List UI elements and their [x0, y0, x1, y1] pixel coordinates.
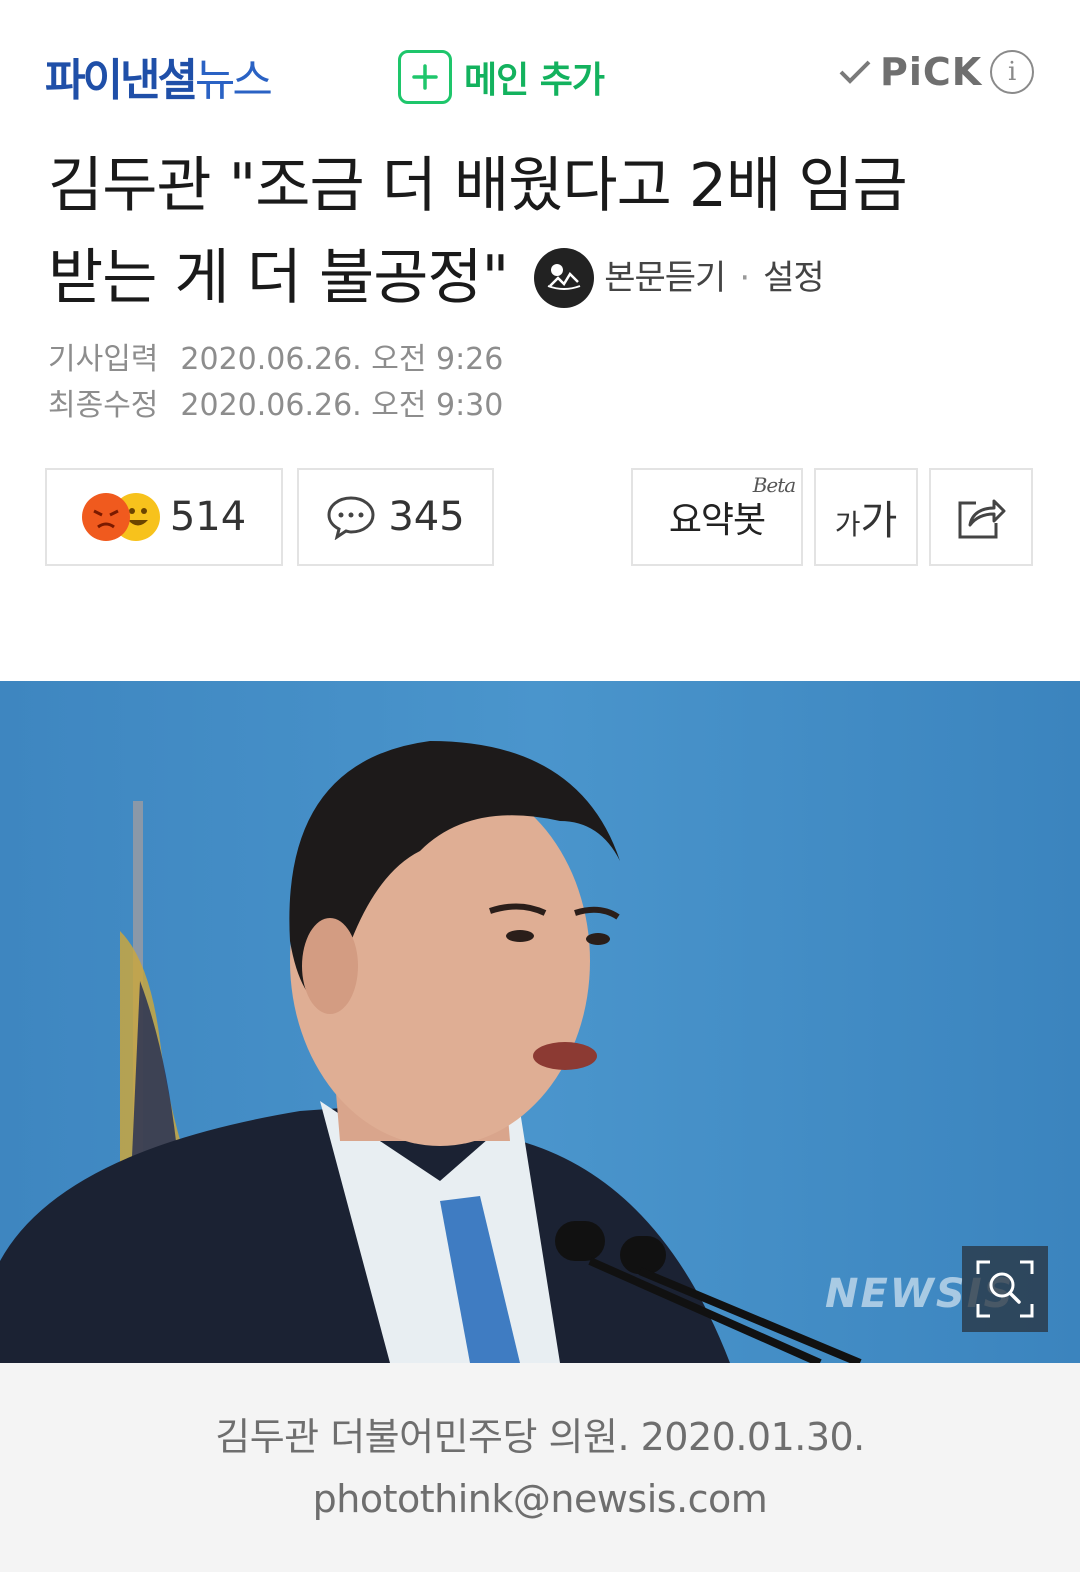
modified-date: 2020.06.26. 오전 9:30: [180, 388, 504, 423]
plus-icon: [398, 50, 452, 104]
beta-badge: Beta: [752, 473, 796, 497]
photo-caption: 김두관 더불어민주당 의원. 2020.01.30. photothink@ne…: [0, 1363, 1080, 1572]
comment-icon: [327, 496, 375, 540]
font-small-glyph: 가: [834, 508, 861, 541]
article-photo[interactable]: NEWSIS: [0, 681, 1080, 1363]
font-large-glyph: 가: [860, 498, 898, 544]
comment-count: 345: [388, 494, 465, 540]
article-dates: 기사입력 2020.06.26. 오전 9:26 최종수정 2020.06.26…: [48, 337, 503, 429]
reaction-button[interactable]: 514: [45, 468, 283, 566]
photo-zoom-button[interactable]: [962, 1246, 1048, 1332]
settings-link[interactable]: 설정: [763, 232, 825, 324]
share-icon: [958, 499, 1006, 539]
pick-label: PiCK: [880, 50, 983, 94]
title-line-1: 김두관 "조금 더 배웠다고 2배 임금: [48, 151, 908, 221]
article-title: 김두관 "조금 더 배웠다고 2배 임금 받는 게 더 불공정" 본문듣기 · …: [48, 140, 1038, 324]
zoom-icon: [976, 1260, 1034, 1318]
input-date-label: 기사입력: [48, 342, 159, 377]
check-icon: [839, 60, 871, 84]
top-header: 파이낸셜뉴스 메인 추가 PiCK i: [0, 0, 1080, 130]
photo-caption-text: 김두관 더불어민주당 의원. 2020.01.30. photothink@ne…: [215, 1414, 865, 1521]
summary-bot-label: 요약봇: [668, 500, 766, 541]
press-logo[interactable]: 파이낸셜뉴스: [45, 44, 273, 108]
tts-button[interactable]: 본문듣기: [604, 232, 726, 324]
main-add-label: 메인 추가: [464, 60, 605, 101]
comment-button[interactable]: 345: [297, 468, 494, 566]
article-action-bar: 514 345 요약봇 Beta 가가: [45, 468, 1035, 568]
reaction-count: 514: [169, 494, 247, 540]
title-line-2: 받는 게 더 불공정": [48, 243, 509, 313]
modified-date-label: 최종수정: [48, 388, 159, 423]
share-button[interactable]: [929, 468, 1033, 566]
politician-photo-illustration: [0, 681, 1080, 1363]
press-logo-sub: 뉴스: [194, 55, 273, 106]
main-add-button[interactable]: 메인 추가: [398, 50, 605, 104]
summary-bot-button[interactable]: 요약봇 Beta: [631, 468, 803, 566]
speaker-icon[interactable]: [534, 248, 595, 308]
press-logo-main: 파이낸셜: [45, 55, 198, 106]
separator: ·: [739, 258, 750, 298]
input-date: 2020.06.26. 오전 9:26: [180, 342, 504, 377]
font-size-button[interactable]: 가가: [814, 468, 918, 566]
info-icon[interactable]: i: [990, 50, 1035, 94]
pick-badge[interactable]: PiCK i: [838, 50, 1035, 94]
angry-emoji-icon: [81, 493, 130, 541]
